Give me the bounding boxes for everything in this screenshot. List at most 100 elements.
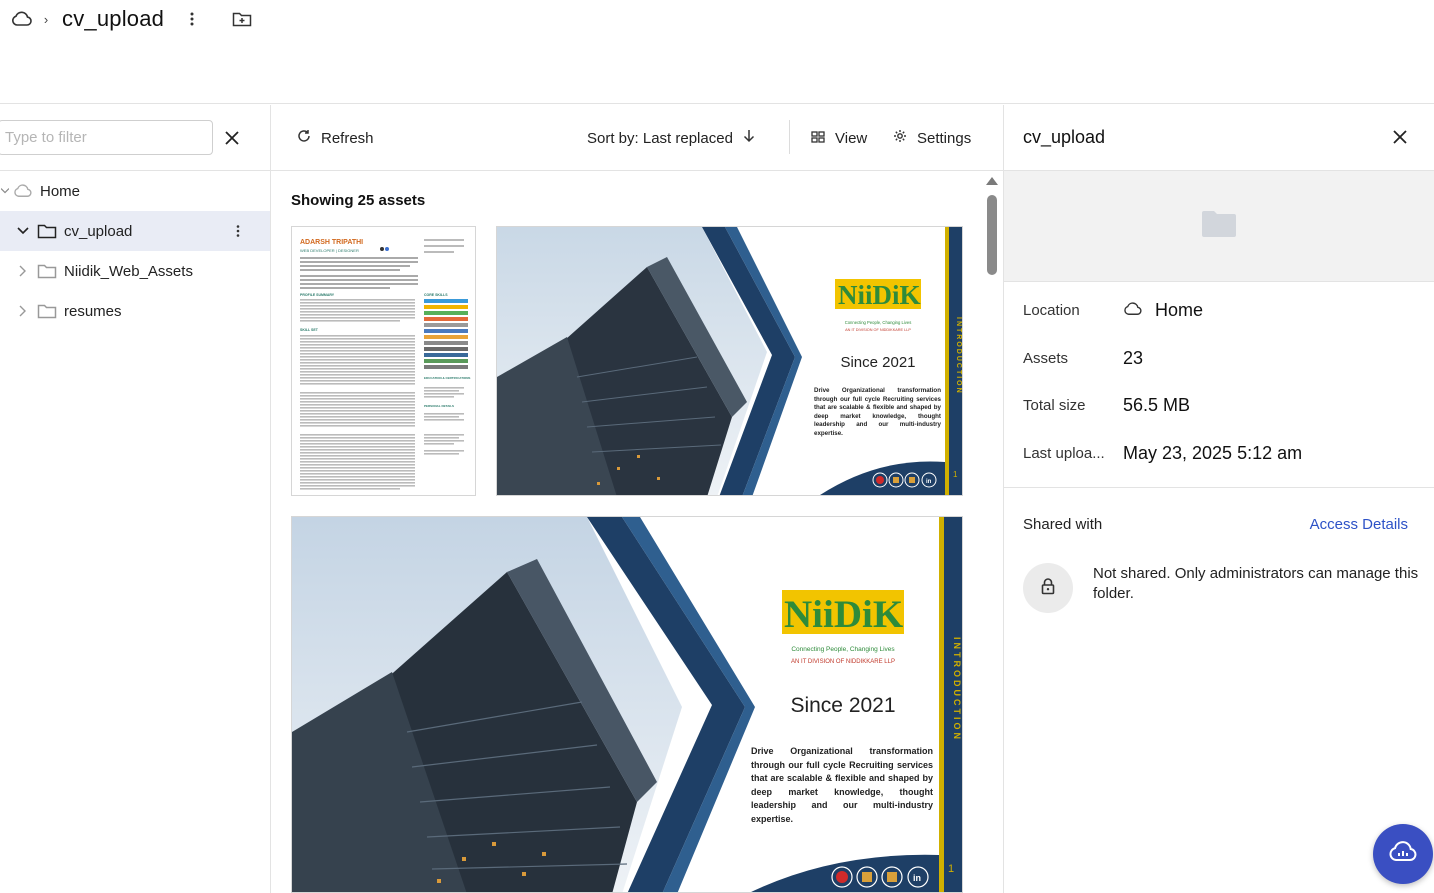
lock-icon [1041,577,1055,600]
folder-tree: Home cv_upload Niidik_Web_Assets resumes [0,171,270,331]
location-label: Location [1023,302,1080,319]
close-icon[interactable] [1389,126,1411,148]
tree-item-label: cv_upload [64,222,133,240]
asset-card-brochure[interactable]: INTRODUCTION 1 NiiDiK Connecting People,… [496,226,963,496]
brochure-description: Drive Organizational transformation thro… [814,387,941,437]
brochure-large-thumbnail: INTRODUCTION 1 NiiDiK Connecting People,… [292,517,962,892]
svg-text:in: in [926,479,932,485]
svg-text:in: in [913,873,921,883]
filter-area [0,105,270,171]
sort-button[interactable]: Sort by: Last replaced [587,126,755,150]
tree-item-label: Niidik_Web_Assets [64,262,193,280]
tree-item-cv-upload[interactable]: cv_upload [0,211,270,251]
filter-input[interactable] [0,120,213,155]
details-panel: cv_upload Location Home Assets 23 Total … [1003,105,1434,893]
size-row: Total size 56.5 MB [1023,395,1190,416]
upload-fab-button[interactable] [1373,824,1433,884]
tree-item-home[interactable]: Home [0,171,270,211]
more-options-icon[interactable] [232,223,244,239]
chevron-right-icon[interactable] [12,305,34,317]
upload-label: Last uploa... [1023,445,1105,462]
lock-avatar [1023,563,1073,613]
folder-icon [34,223,60,239]
assets-value: 23 [1123,348,1144,368]
tree-item-niidik-web-assets[interactable]: Niidik_Web_Assets [0,251,270,291]
brochure-page-number: 1 [948,863,954,875]
scroll-up-arrow[interactable] [986,177,998,185]
sort-label: Sort by: Last replaced [587,129,733,147]
asset-card-resume[interactable]: ADARSH TRIPATHI WEB DEVELOPER | DESIGNER… [291,226,476,496]
more-options-icon[interactable] [184,7,200,31]
brochure-division: AN IT DIVISION OF NIDDIKKARE LLP [845,328,911,332]
cloud-icon[interactable] [10,7,34,31]
brochure-tagline: Connecting People, Changing Lives [791,646,895,653]
resume-section-core: CORE SKILLS [424,293,448,297]
cloud-icon [10,184,36,198]
refresh-label: Refresh [321,129,374,147]
location-row: Location Home [1023,300,1203,321]
resume-section-profile: PROFILE SUMMARY [300,293,335,297]
breadcrumb: › cv_upload [10,5,254,33]
toolbar-divider [789,120,790,154]
folder-icon [34,303,60,319]
asset-count: Showing 25 assets [291,192,426,209]
access-details-link[interactable]: Access Details [1310,516,1408,533]
asset-card-brochure-large[interactable]: INTRODUCTION 1 NiiDiK Connecting People,… [291,516,963,893]
location-value: Home [1155,300,1204,320]
gear-icon [893,129,907,147]
details-header: cv_upload [1004,105,1434,171]
settings-button[interactable]: Settings [893,126,971,150]
page-title: cv_upload [62,6,165,31]
folder-icon [34,263,60,279]
size-label: Total size [1023,397,1086,414]
brochure-side-label: INTRODUCTION [955,317,962,395]
tree-item-resumes[interactable]: resumes [0,291,270,331]
top-bar: › cv_upload [0,0,1434,104]
view-label: View [835,129,868,147]
resume-section-skills: SKILL SET [300,328,319,332]
cloud-icon [1123,300,1143,321]
brochure-page-number: 1 [953,470,958,479]
upload-row: Last uploa... May 23, 2025 5:12 am [1023,443,1302,464]
refresh-icon [297,129,311,147]
resume-name: ADARSH TRIPATHI [300,239,363,246]
scrollbar[interactable] [985,171,999,893]
new-folder-icon[interactable] [230,7,254,31]
upload-value: May 23, 2025 5:12 am [1123,443,1303,463]
tree-item-label: Home [40,182,81,200]
brochure-since: Since 2021 [840,354,915,371]
close-icon[interactable] [221,127,243,149]
assets-label: Assets [1023,350,1069,367]
brochure-side-label: INTRODUCTION [952,637,962,742]
brochure-since: Since 2021 [790,694,895,717]
brochure-brand: NiiDiK [838,280,921,310]
arrow-down-icon [743,129,755,147]
brochure-description: Drive Organizational transformation thro… [751,746,933,824]
brochure-thumbnail: INTRODUCTION 1 NiiDiK Connecting People,… [497,227,962,495]
refresh-button[interactable]: Refresh [297,126,374,150]
brochure-brand: NiiDiK [784,593,904,636]
scroll-thumb[interactable] [987,195,997,275]
chevron-right-icon: › [43,11,49,27]
folder-icon [1201,210,1237,243]
size-value: 56.5 MB [1123,395,1191,415]
resume-section-personal: PERSONAL DETAILS [424,404,454,408]
shared-with-label: Shared with [1023,516,1103,533]
grid-view-icon [811,130,825,147]
settings-label: Settings [917,129,972,147]
tree-item-label: resumes [64,302,122,320]
sharing-status: Not shared. Only administrators can mana… [1093,565,1419,602]
asset-browser: Refresh Sort by: Last replaced View Sett… [271,105,1003,893]
toolbar: Refresh Sort by: Last replaced View Sett… [271,105,1003,171]
brochure-tagline: Connecting People, Changing Lives [845,320,912,325]
resume-subtitle: WEB DEVELOPER | DESIGNER [300,248,359,253]
cloud-upload-icon [1388,840,1418,868]
chevron-down-icon[interactable] [12,227,34,235]
folder-sidebar: Home cv_upload Niidik_Web_Assets [0,105,271,893]
view-button[interactable]: View [811,126,867,150]
chevron-right-icon[interactable] [12,265,34,277]
divider [1004,487,1434,488]
brochure-division: AN IT DIVISION OF NIDDIKKARE LLP [791,659,895,665]
chevron-down-icon[interactable] [0,188,10,194]
folder-preview [1004,171,1434,282]
